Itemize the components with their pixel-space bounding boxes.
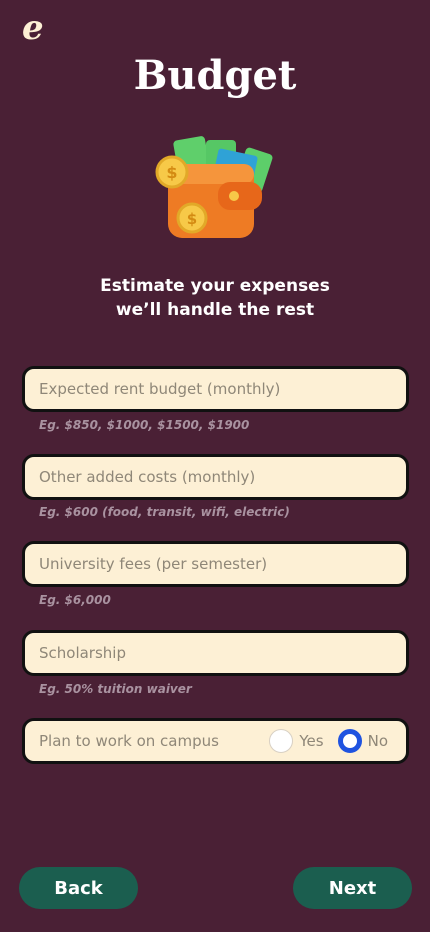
rent-budget-input[interactable]: Expected rent budget (monthly) [22, 366, 409, 412]
university-fees-input[interactable]: University fees (per semester) [22, 541, 409, 587]
page-subtitle: Estimate your expenses we’ll handle the … [0, 274, 430, 322]
app-logo: e [22, 8, 44, 48]
back-button[interactable]: Back [19, 867, 138, 909]
rent-budget-hint: Eg. $850, $1000, $1500, $1900 [39, 418, 250, 432]
no-label[interactable]: No [368, 732, 388, 750]
rent-budget-placeholder: Expected rent budget (monthly) [39, 380, 281, 398]
no-radio[interactable] [337, 729, 362, 753]
work-on-campus-field: Plan to work on campus Yes No [22, 718, 409, 764]
scholarship-hint: Eg. 50% tuition waiver [39, 682, 192, 696]
university-fees-placeholder: University fees (per semester) [39, 555, 268, 573]
yes-label[interactable]: Yes [299, 732, 323, 750]
work-on-campus-radio-group: Yes No [269, 729, 392, 753]
svg-text:$: $ [187, 210, 197, 228]
next-button[interactable]: Next [293, 867, 412, 909]
wallet-with-money-icon: $ $ [155, 136, 273, 238]
other-costs-placeholder: Other added costs (monthly) [39, 468, 256, 486]
scholarship-placeholder: Scholarship [39, 644, 126, 662]
university-fees-hint: Eg. $6,000 [39, 593, 111, 607]
svg-text:$: $ [166, 163, 177, 182]
scholarship-input[interactable]: Scholarship [22, 630, 409, 676]
other-costs-input[interactable]: Other added costs (monthly) [22, 454, 409, 500]
yes-radio[interactable] [269, 729, 294, 753]
subtitle-line: we’ll handle the rest [115, 300, 315, 320]
other-costs-hint: Eg. $600 (food, transit, wifi, electric) [39, 505, 290, 519]
subtitle-line: Estimate your expenses [100, 276, 330, 296]
work-on-campus-label: Plan to work on campus [39, 732, 219, 750]
page-title: Budget [133, 52, 297, 99]
